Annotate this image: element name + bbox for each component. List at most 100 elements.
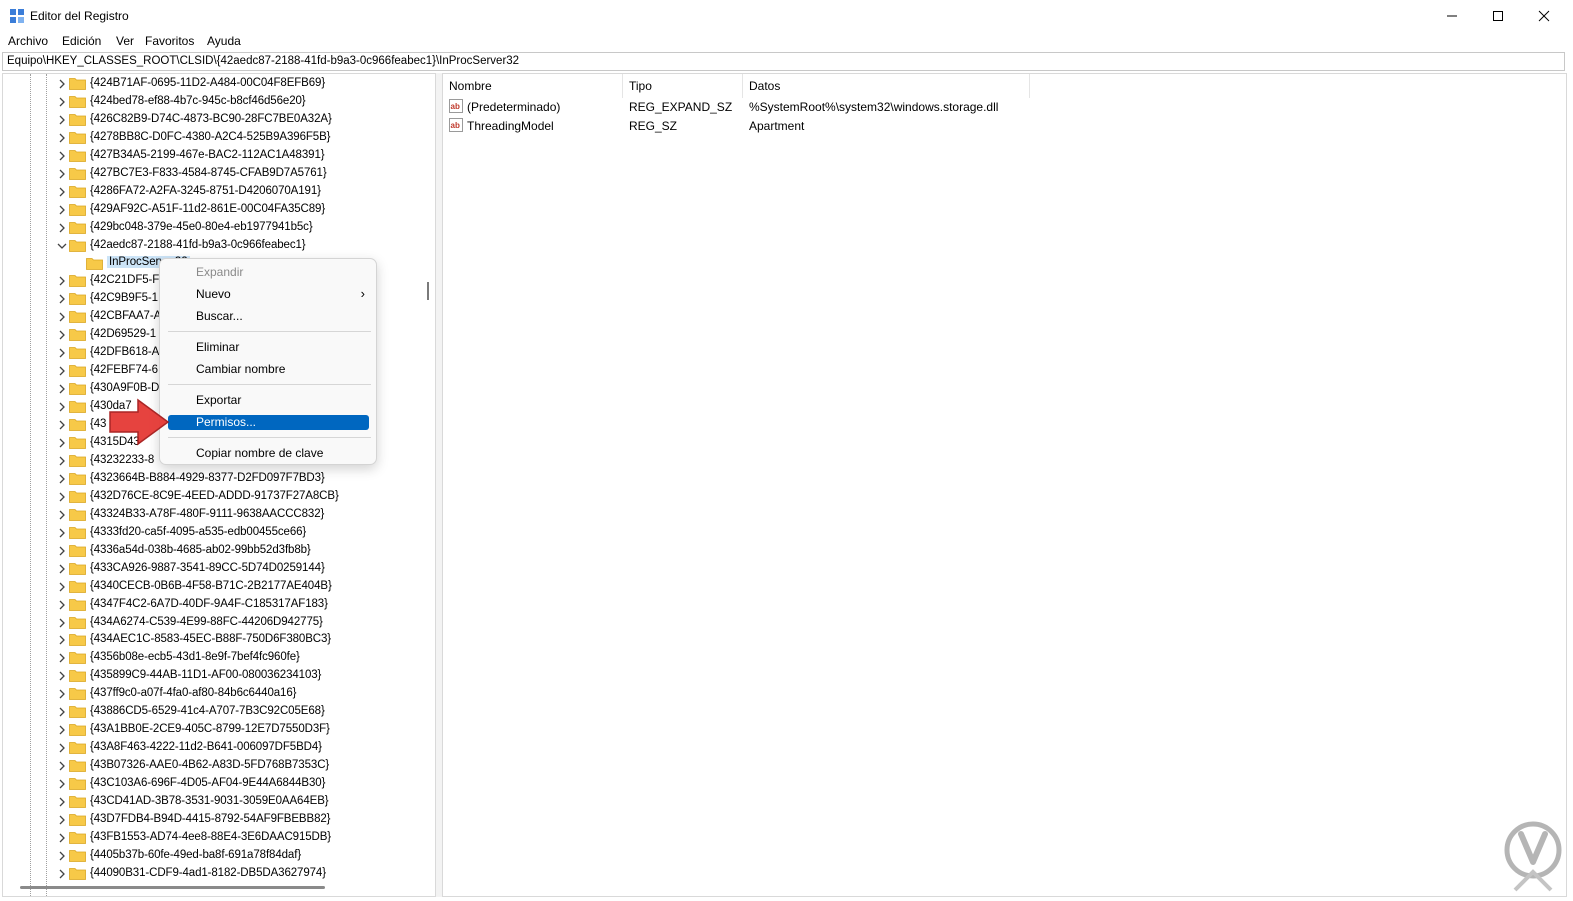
chevron-right-icon[interactable]	[56, 526, 68, 540]
vertical-scrollbar-thumb[interactable]	[427, 282, 429, 300]
tree-item[interactable]: {43A1BB0E-2CE9-405C-8799-12E7D7550D3F}	[3, 721, 423, 739]
tree-item[interactable]: {437ff9c0-a07f-4fa0-af80-84b6c6440a16}	[3, 685, 423, 703]
tree-item[interactable]: {43B07326-AAE0-4B62-A83D-5FD768B7353C}	[3, 757, 423, 775]
tree-item[interactable]: {429bc048-379e-45e0-80e4-eb1977941b5c}	[3, 219, 423, 237]
tree-item[interactable]: {43A8F463-4222-11d2-B641-006097DF5BD4}	[3, 739, 423, 757]
chevron-right-icon[interactable]	[56, 382, 68, 396]
chevron-right-icon[interactable]	[56, 346, 68, 360]
chevron-right-icon[interactable]	[56, 274, 68, 288]
chevron-right-icon[interactable]	[56, 113, 68, 127]
tree-item[interactable]: {43C103A6-696F-4D05-AF04-9E44A6844B30}	[3, 775, 423, 793]
chevron-right-icon[interactable]	[56, 795, 68, 809]
chevron-right-icon[interactable]	[56, 867, 68, 881]
chevron-right-icon[interactable]	[56, 580, 68, 594]
address-path[interactable]: Equipo\HKEY_CLASSES_ROOT\CLSID\{42aedc87…	[7, 55, 519, 67]
chevron-right-icon[interactable]	[56, 418, 68, 432]
tree-item[interactable]: {4336a54d-038b-4685-ab02-99bb52d3fb8b}	[3, 542, 423, 560]
minimize-button[interactable]	[1429, 0, 1475, 32]
chevron-right-icon[interactable]	[56, 831, 68, 845]
chevron-right-icon[interactable]	[56, 131, 68, 145]
chevron-right-icon[interactable]	[56, 508, 68, 522]
tree-item[interactable]: {424bed78-ef88-4b7c-945c-b8cf46d56e20}	[3, 93, 423, 111]
chevron-right-icon[interactable]	[56, 705, 68, 719]
menu-item-exportar[interactable]: Exportar	[168, 393, 369, 408]
key-tree-pane[interactable]: {424B71AF-0695-11D2-A484-00C04F8EFB69} {4…	[2, 73, 436, 897]
menu-item-buscar[interactable]: Buscar...	[168, 309, 369, 324]
menu-edicion[interactable]: Edición	[62, 34, 101, 48]
menu-ver[interactable]: Ver	[116, 34, 134, 48]
tree-item[interactable]: {434A6274-C539-4E99-88FC-44206D942775}	[3, 614, 423, 632]
values-pane[interactable]: Nombre Tipo Datos ab (Predeterminado) RE…	[442, 73, 1567, 897]
tree-item[interactable]: {43FB1553-AD74-4ee8-88E4-3E6DAAC915DB}	[3, 829, 423, 847]
tree-item[interactable]: {4405b37b-60fe-49ed-ba8f-691a78f84daf}	[3, 847, 423, 865]
tree-item[interactable]: {4333fd20-ca5f-4095-a535-edb00455ce66}	[3, 524, 423, 542]
address-bar[interactable]: Equipo\HKEY_CLASSES_ROOT\CLSID\{42aedc87…	[2, 52, 1565, 71]
chevron-right-icon[interactable]	[56, 454, 68, 468]
chevron-right-icon[interactable]	[56, 364, 68, 378]
menu-favoritos[interactable]: Favoritos	[145, 34, 194, 48]
chevron-right-icon[interactable]	[56, 185, 68, 199]
chevron-right-icon[interactable]	[56, 149, 68, 163]
tree-item[interactable]: {4286FA72-A2FA-3245-8751-D4206070A191}	[3, 183, 423, 201]
tree-item[interactable]: {435899C9-44AB-11D1-AF00-080036234103}	[3, 667, 423, 685]
chevron-right-icon[interactable]	[56, 633, 68, 647]
menu-item-cambiar-nombre[interactable]: Cambiar nombre	[168, 362, 369, 377]
tree-item[interactable]: {4356b08e-ecb5-43d1-8e9f-7bef4fc960fe}	[3, 649, 423, 667]
tree-item[interactable]: {4278BB8C-D0FC-4380-A2C4-525B9A396F5B}	[3, 129, 423, 147]
chevron-right-icon[interactable]	[56, 95, 68, 109]
tree-item[interactable]: {424B71AF-0695-11D2-A484-00C04F8EFB69}	[3, 75, 423, 93]
chevron-right-icon[interactable]	[56, 203, 68, 217]
chevron-right-icon[interactable]	[56, 849, 68, 863]
chevron-right-icon[interactable]	[56, 562, 68, 576]
tree-item[interactable]: {426C82B9-D74C-4873-BC90-28FC7BE0A32A}	[3, 111, 423, 129]
tree-item[interactable]: {42aedc87-2188-41fd-b9a3-0c966feabec1}	[3, 237, 423, 255]
tree-item[interactable]: {434AEC1C-8583-45EC-B88F-750D6F380BC3}	[3, 631, 423, 649]
tree-item[interactable]: {433CA926-9887-3541-89CC-5D74D0259144}	[3, 560, 423, 578]
chevron-right-icon[interactable]	[56, 741, 68, 755]
column-header-nombre[interactable]: Nombre	[443, 74, 623, 98]
chevron-right-icon[interactable]	[56, 221, 68, 235]
horizontal-scrollbar-thumb[interactable]	[20, 886, 325, 889]
value-row[interactable]: ab (Predeterminado) REG_EXPAND_SZ %Syste…	[443, 98, 1243, 117]
tree-item[interactable]: {4347F4C2-6A7D-40DF-9A4F-C185317AF183}	[3, 596, 423, 614]
chevron-right-icon[interactable]	[56, 328, 68, 342]
column-header-datos[interactable]: Datos	[743, 74, 1030, 98]
tree-item[interactable]: {43886CD5-6529-41c4-A707-7B3C92C05E68}	[3, 703, 423, 721]
chevron-right-icon[interactable]	[56, 490, 68, 504]
chevron-right-icon[interactable]	[56, 167, 68, 181]
maximize-button[interactable]	[1475, 0, 1521, 32]
tree-item[interactable]: {43D7FDB4-B94D-4415-8792-54AF9FBEBB82}	[3, 811, 423, 829]
tree-item[interactable]: {4340CECB-0B6B-4F58-B71C-2B2177AE404B}	[3, 578, 423, 596]
tree-item[interactable]: {427B34A5-2199-467e-BAC2-112AC1A48391}	[3, 147, 423, 165]
tree-item[interactable]: {44090B31-CDF9-4ad1-8182-DB5DA3627974}	[3, 865, 423, 883]
menu-ayuda[interactable]: Ayuda	[207, 34, 241, 48]
close-button[interactable]	[1521, 0, 1567, 32]
chevron-right-icon[interactable]	[56, 651, 68, 665]
chevron-right-icon[interactable]	[56, 777, 68, 791]
menu-item-eliminar[interactable]: Eliminar	[168, 340, 369, 355]
chevron-right-icon[interactable]	[56, 77, 68, 91]
chevron-down-icon[interactable]	[56, 239, 68, 253]
chevron-right-icon[interactable]	[56, 472, 68, 486]
chevron-right-icon[interactable]	[56, 669, 68, 683]
chevron-right-icon[interactable]	[56, 292, 68, 306]
value-row[interactable]: ab ThreadingModel REG_SZ Apartment	[443, 117, 1243, 136]
chevron-right-icon[interactable]	[56, 723, 68, 737]
chevron-right-icon[interactable]	[56, 436, 68, 450]
chevron-right-icon[interactable]	[56, 687, 68, 701]
tree-item[interactable]: {432D76CE-8C9E-4EED-ADDD-91737F27A8CB}	[3, 488, 423, 506]
chevron-right-icon[interactable]	[56, 400, 68, 414]
tree-item[interactable]: {4323664B-B884-4929-8377-D2FD097F7BD3}	[3, 470, 423, 488]
menu-item-nuevo[interactable]: Nuevo ›	[168, 286, 369, 302]
chevron-right-icon[interactable]	[56, 616, 68, 630]
menu-item-copiar-nombre-de-clave[interactable]: Copiar nombre de clave	[168, 446, 369, 461]
column-header-tipo[interactable]: Tipo	[623, 74, 743, 98]
chevron-right-icon[interactable]	[56, 813, 68, 827]
chevron-right-icon[interactable]	[56, 598, 68, 612]
tree-item[interactable]: {43324B33-A78F-480F-9111-9638AACCC832}	[3, 506, 423, 524]
chevron-right-icon[interactable]	[56, 310, 68, 324]
chevron-right-icon[interactable]	[56, 544, 68, 558]
chevron-right-icon[interactable]	[56, 759, 68, 773]
menu-item-permisos[interactable]: Permisos...	[168, 415, 369, 430]
tree-item[interactable]: {429AF92C-A51F-11d2-861E-00C04FA35C89}	[3, 201, 423, 219]
